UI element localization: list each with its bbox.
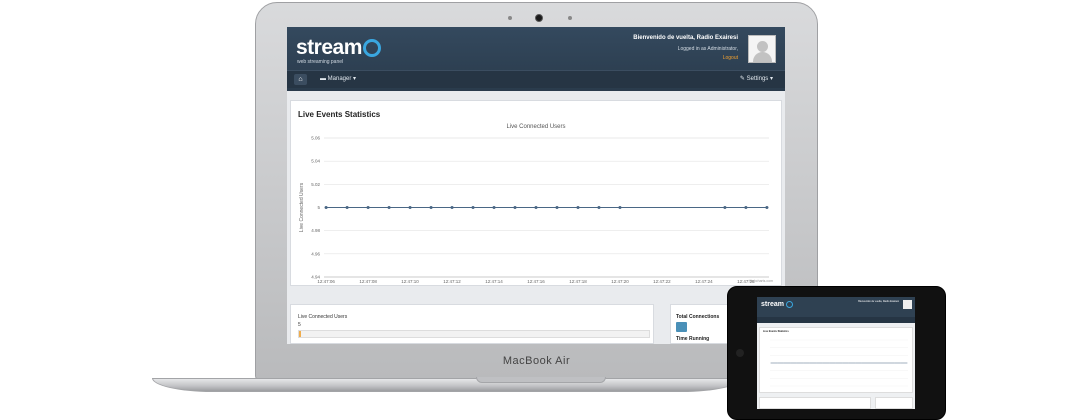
data-point <box>534 206 538 209</box>
logout-link[interactable]: Logout <box>723 55 738 61</box>
total-connections-label: Total Connections <box>676 314 720 320</box>
data-point <box>576 206 580 209</box>
app-header: stream web streaming panel Bienvenido de… <box>287 27 785 91</box>
nav-manager-dropdown[interactable]: ▬ Manager ▾ <box>320 75 356 82</box>
tablet-welcome: Bienvenido de vuelta, Radio Exairesi <box>858 300 899 303</box>
live-connected-progress <box>298 330 650 338</box>
data-point <box>765 206 769 209</box>
data-point <box>744 206 748 209</box>
data-point <box>387 206 391 209</box>
app-logo[interactable]: stream <box>296 36 362 60</box>
welcome-message: Bienvenido de vuelta, Radio Exairesi <box>633 35 738 41</box>
x-tick-label: 12:47:06 <box>317 279 335 284</box>
avatar-head <box>757 41 768 52</box>
data-point <box>723 206 727 209</box>
tablet-total-panel <box>875 397 913 409</box>
x-tick-label: 12:47:08 <box>359 279 377 284</box>
live-events-panel: Live Events Statistics Live Connected Us… <box>290 100 782 286</box>
logo-badge-icon <box>363 39 381 57</box>
tablet-stats-panel: Live Events Statistics <box>759 327 913 393</box>
data-point <box>513 206 517 209</box>
laptop-base <box>152 378 742 392</box>
home-button[interactable]: ⌂ <box>294 74 307 85</box>
wrench-icon: ✎ <box>739 76 745 82</box>
avatar-body <box>753 52 772 62</box>
live-connected-label: Live Connected Users <box>298 314 348 320</box>
x-tick-label: 12:47:18 <box>569 279 587 284</box>
nav-manager-label: Manager <box>327 76 352 82</box>
tablet-logo: stream <box>761 301 784 308</box>
data-point <box>345 206 349 209</box>
y-tick-label: 5 <box>317 205 320 210</box>
tablet-screen: stream Bienvenido de vuelta, Radio Exair… <box>757 297 915 409</box>
tablet-header: stream Bienvenido de vuelta, Radio Exair… <box>757 297 915 317</box>
y-tick-label: 5.02 <box>311 182 320 187</box>
tablet-navbar <box>757 317 915 323</box>
data-point <box>555 206 559 209</box>
camera-icon <box>535 14 543 22</box>
tablet-live-panel <box>759 397 871 409</box>
time-running-label: Time Running <box>676 336 710 342</box>
home-icon: ⌂ <box>298 76 303 83</box>
data-point <box>492 206 496 209</box>
logo-subtitle: web streaming panel <box>297 59 344 65</box>
y-tick-label: 5.04 <box>311 159 320 164</box>
data-point <box>429 206 433 209</box>
y-tick-label: 4.98 <box>311 228 320 233</box>
tablet-avatar <box>903 300 912 309</box>
avatar[interactable] <box>748 35 776 63</box>
x-tick-label: 12:47:14 <box>485 279 503 284</box>
x-tick-label: 12:47:24 <box>695 279 713 284</box>
x-tick-label: 12:47:10 <box>401 279 419 284</box>
data-point <box>324 206 328 209</box>
main-navbar: ⌂ ▬ Manager ▾ ✎ Settings ▾ <box>287 70 785 88</box>
y-tick-label: 4.96 <box>311 251 320 256</box>
data-point <box>618 206 622 209</box>
nav-settings-label: Settings <box>746 76 769 82</box>
x-tick-label: 12:47:22 <box>653 279 671 284</box>
tablet-logo-badge-icon <box>786 301 793 308</box>
live-connected-value: 5 <box>298 322 301 328</box>
laptop-screen: stream web streaming panel Bienvenido de… <box>287 27 785 344</box>
data-point <box>450 206 454 209</box>
sensor-dot <box>508 16 512 20</box>
x-tick-label: 12:47:20 <box>611 279 629 284</box>
tablet-home-button[interactable] <box>736 349 744 357</box>
data-point <box>597 206 601 209</box>
x-tick-label: 12:47:12 <box>443 279 461 284</box>
tablet-line-chart <box>770 339 908 387</box>
connections-icon <box>676 322 687 332</box>
progress-fill <box>299 331 301 337</box>
nav-settings-dropdown[interactable]: ✎ Settings ▾ <box>740 75 773 82</box>
y-tick-label: 5.06 <box>311 136 320 141</box>
line-chart: 5.065.045.0254.984.964.9412:47:06 12:47:0… <box>299 136 769 284</box>
chart-credits[interactable]: Highcharts.com <box>749 279 773 283</box>
x-tick-label: 12:47:16 <box>527 279 545 284</box>
sensor-dot <box>568 16 572 20</box>
device-mockup-stage: stream web streaming panel Bienvenido de… <box>0 0 1080 420</box>
tablet-device: stream Bienvenido de vuelta, Radio Exair… <box>727 286 946 420</box>
data-point <box>471 206 475 209</box>
y-axis-label: Live Connected Users <box>299 182 305 232</box>
data-point <box>366 206 370 209</box>
data-point <box>408 206 412 209</box>
live-connected-panel: Live Connected Users 5 <box>290 304 654 344</box>
laptop-notch <box>476 377 606 383</box>
logged-in-text: Logged in as Administrator, <box>677 46 738 52</box>
